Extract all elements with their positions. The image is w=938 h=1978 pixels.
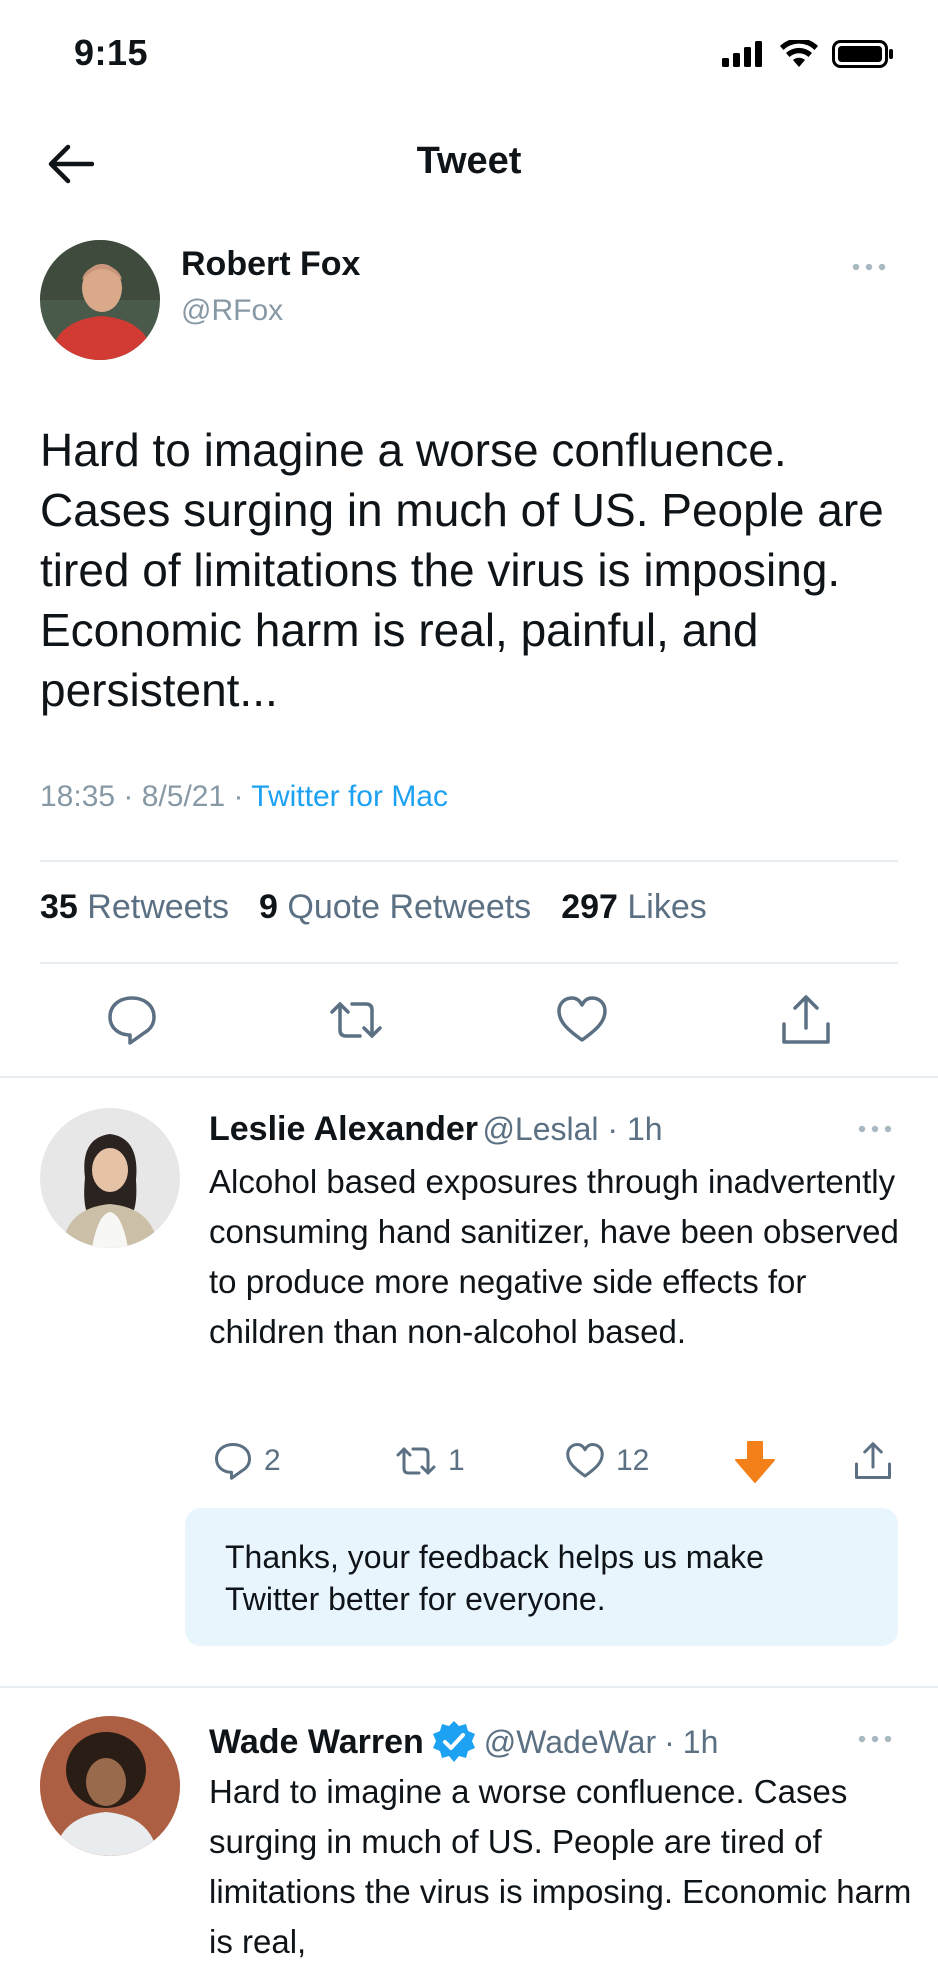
author-name[interactable]: Robert Fox [181, 245, 360, 284]
retweet-count: 1 [448, 1444, 465, 1477]
page-title: Tweet [416, 140, 522, 182]
verified-badge-icon [432, 1721, 475, 1762]
feedback-confirmation: Thanks, your feedback helps us make Twit… [185, 1508, 898, 1646]
status-time: 9:15 [74, 32, 149, 73]
signal-icon [722, 41, 762, 67]
likes-stat[interactable]: 297 Likes [561, 888, 707, 927]
divider [40, 962, 898, 964]
downvote-arrow-icon[interactable] [734, 1440, 776, 1484]
tweet-text: Hard to imagine a worse confluence. Case… [40, 424, 884, 716]
quote-retweets-stat[interactable]: 9 Quote Retweets [259, 888, 531, 927]
author-avatar[interactable] [40, 240, 160, 360]
reply-avatar[interactable] [40, 1108, 180, 1248]
reply-text: Hard to imagine a worse confluence. Case… [209, 1773, 912, 1960]
tweet-date: 8/5/21 [141, 780, 226, 813]
reply-icon [215, 1443, 251, 1480]
reply-count: 2 [264, 1444, 281, 1477]
author-handle[interactable]: @RFox [181, 294, 283, 328]
battery-icon [832, 40, 893, 68]
reply-reply-button[interactable]: 2 [212, 1440, 281, 1482]
more-options-icon[interactable] [858, 1734, 892, 1744]
reply-retweet-button[interactable]: 1 [394, 1440, 465, 1482]
reply-avatar[interactable] [40, 1716, 180, 1856]
like-count: 12 [616, 1444, 650, 1477]
reply-author-name[interactable]: Leslie Alexander [209, 1110, 478, 1148]
share-icon[interactable] [852, 1440, 894, 1482]
feedback-message: Thanks, your feedback helps us make Twit… [225, 1539, 764, 1617]
reply-like-button[interactable]: 12 [564, 1440, 649, 1482]
reply-time: 1h [682, 1723, 719, 1760]
tweet-meta: 18:35 · 8/5/21 · Twitter for Mac [40, 780, 448, 813]
like-icon[interactable] [554, 992, 610, 1048]
tweet-source-link[interactable]: Twitter for Mac [251, 780, 448, 813]
divider [40, 860, 898, 862]
more-options-icon[interactable] [852, 262, 886, 272]
reply-header: Wade Warren @WadeWar · 1h [209, 1720, 718, 1764]
reply-author-name[interactable]: Wade Warren [209, 1723, 424, 1762]
section-divider [0, 1686, 938, 1688]
reply-icon[interactable] [104, 992, 160, 1048]
reply-author-handle[interactable]: @Leslal [482, 1111, 598, 1147]
retweet-icon [396, 1447, 436, 1475]
wifi-icon [780, 40, 818, 67]
more-options-icon[interactable] [858, 1124, 892, 1134]
retweet-icon[interactable] [328, 992, 384, 1048]
share-icon[interactable] [778, 992, 834, 1048]
reply-time: 1h [626, 1111, 663, 1147]
section-divider [0, 1076, 938, 1078]
reply-header: Leslie Alexander @Leslal · 1h [209, 1110, 663, 1148]
like-icon [566, 1443, 604, 1478]
reply-text: Alcohol based exposures through inadvert… [209, 1163, 899, 1350]
retweets-stat[interactable]: 35 Retweets [40, 888, 229, 927]
reply-author-handle[interactable]: @WadeWar [484, 1724, 656, 1761]
tweet-stats: 35 Retweets 9 Quote Retweets 297 Likes [40, 888, 707, 927]
tweet-time: 18:35 [40, 780, 116, 813]
status-icons [722, 40, 894, 68]
